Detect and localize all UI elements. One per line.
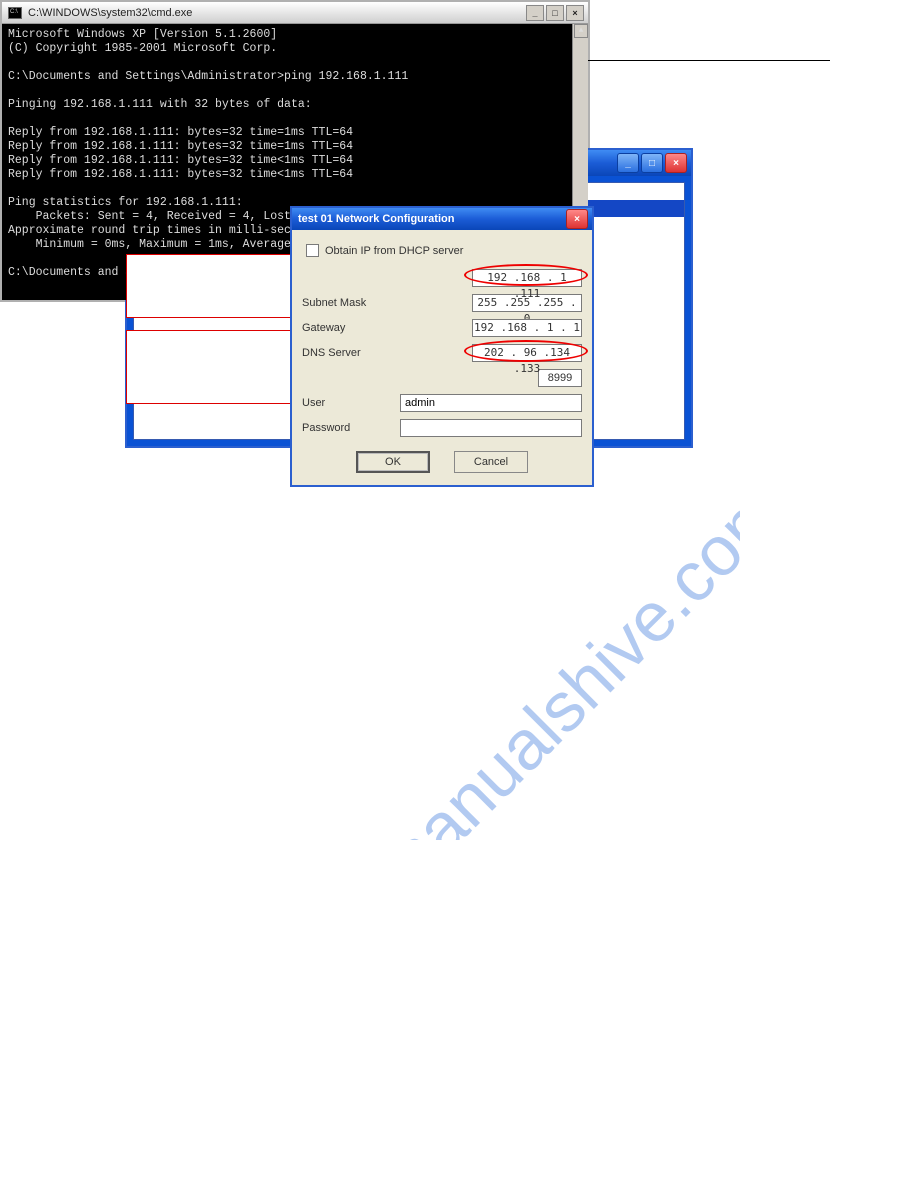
dns-input[interactable]: 202 . 96 .134 .133 [472, 344, 582, 362]
dialog-titlebar[interactable]: test 01 Network Configuration × [292, 208, 592, 230]
annotation-box [126, 254, 294, 318]
minimize-button[interactable]: _ [617, 153, 639, 173]
cmd-icon [8, 7, 22, 19]
close-button[interactable]: × [665, 153, 687, 173]
dhcp-label: Obtain IP from DHCP server [325, 245, 463, 257]
scroll-up-button[interactable]: ▲ [574, 24, 588, 38]
cmd-close-button[interactable]: × [566, 5, 584, 21]
dialog-title: test 01 Network Configuration [298, 213, 454, 225]
user-label: User [302, 397, 400, 409]
gateway-label: Gateway [302, 322, 400, 334]
dhcp-checkbox-row[interactable]: Obtain IP from DHCP server [306, 244, 582, 257]
port-input[interactable]: 8999 [538, 369, 582, 387]
network-config-dialog: test 01 Network Configuration × Obtain I… [290, 206, 594, 487]
cmd-titlebar[interactable]: C:\WINDOWS\system32\cmd.exe _ □ × [2, 2, 588, 24]
maximize-button[interactable]: □ [641, 153, 663, 173]
cmd-title: C:\WINDOWS\system32\cmd.exe [28, 7, 192, 19]
cmd-minimize-button[interactable]: _ [526, 5, 544, 21]
ip-input[interactable]: 192 .168 . 1 .111 [472, 269, 582, 287]
ok-button[interactable]: OK [356, 451, 430, 473]
user-input[interactable] [400, 394, 582, 412]
password-label: Password [302, 422, 400, 434]
cancel-button[interactable]: Cancel [454, 451, 528, 473]
cmd-maximize-button[interactable]: □ [546, 5, 564, 21]
password-input[interactable] [400, 419, 582, 437]
dhcp-checkbox[interactable] [306, 244, 319, 257]
annotation-box [126, 330, 294, 404]
subnet-label: Subnet Mask [302, 297, 400, 309]
dns-label: DNS Server [302, 347, 400, 359]
dialog-close-button[interactable]: × [566, 209, 588, 229]
svg-text:manualshive.com: manualshive.com [359, 470, 740, 840]
dialog-body: Obtain IP from DHCP server 192 .168 . 1 … [292, 230, 592, 485]
gateway-input[interactable]: 192 .168 . 1 . 1 [472, 319, 582, 337]
